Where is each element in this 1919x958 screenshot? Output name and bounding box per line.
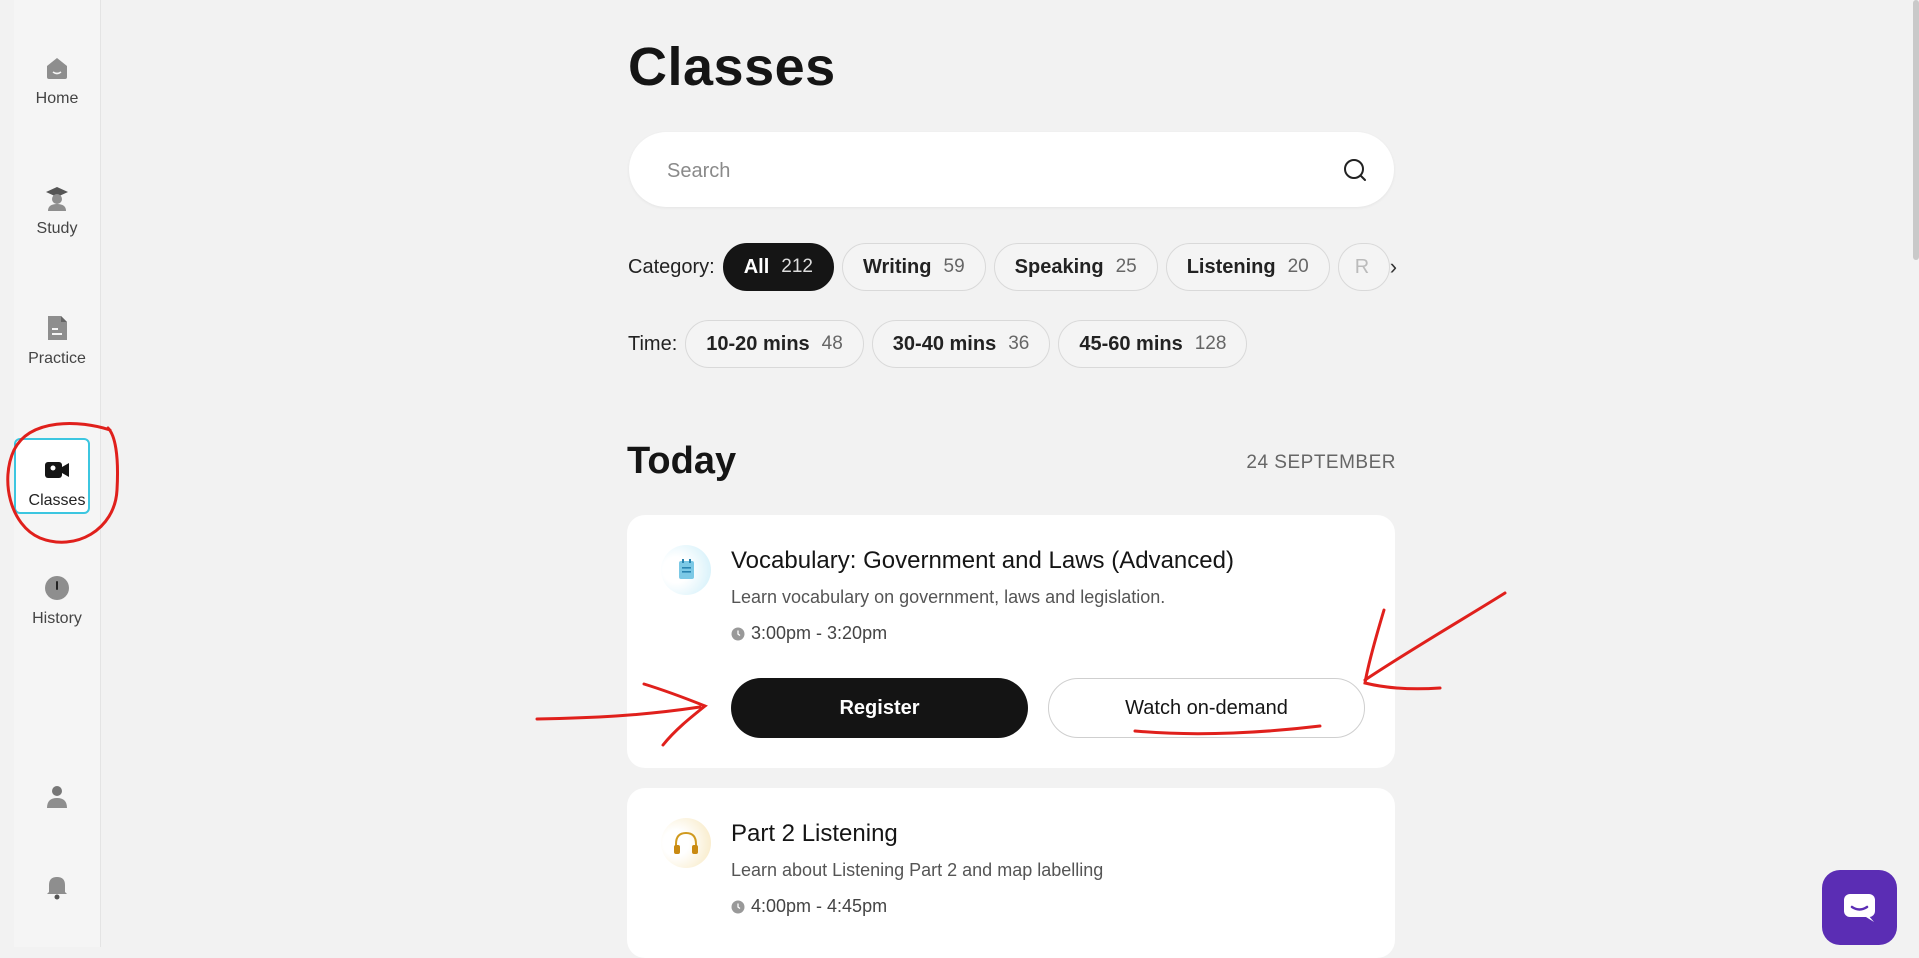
class-title[interactable]: Vocabulary: Government and Laws (Advance…: [731, 547, 1234, 575]
time-filter: Time: 10-20 mins 48 30-40 mins 36 45-60 …: [628, 319, 1255, 369]
chip-count: 59: [943, 256, 965, 277]
class-description: Learn about Listening Part 2 and map lab…: [731, 860, 1104, 880]
search-icon[interactable]: [1342, 157, 1368, 183]
category-chip-all[interactable]: All 212: [722, 243, 834, 291]
category-chip-writing[interactable]: Writing 59: [841, 243, 986, 291]
sidebar-item-classes[interactable]: Classes: [14, 438, 100, 514]
chat-icon: [1844, 894, 1875, 922]
home-icon: [47, 58, 67, 79]
video-camera-icon: [45, 462, 69, 478]
class-description: Learn vocabulary on government, laws and…: [731, 587, 1166, 607]
class-thumbnail: [661, 818, 711, 868]
time-chip-30-40[interactable]: 30-40 mins 36: [871, 320, 1051, 368]
sidebar-item-history[interactable]: History: [14, 574, 100, 628]
headphones-icon: [674, 831, 698, 854]
sidebar-item-label: Study: [36, 220, 78, 237]
scrollbar-thumb[interactable]: [1913, 0, 1919, 260]
register-button[interactable]: Register: [731, 678, 1028, 738]
chip-count: 36: [1008, 333, 1030, 354]
chip-label: 45-60 mins: [1079, 332, 1183, 355]
category-filter: Category: All 212 Writing 59 Speaking 25…: [628, 242, 1397, 292]
bell-icon[interactable]: [43, 872, 71, 900]
chip-label: Writing: [862, 255, 932, 278]
time-label: Time:: [628, 332, 678, 355]
section-date: 24 SEPTEMBER: [1246, 452, 1396, 473]
sidebar-item-home[interactable]: Home: [14, 54, 100, 108]
chip-count: 20: [1287, 256, 1309, 277]
sidebar-item-label: Practice: [28, 350, 86, 367]
document-icon: [48, 316, 67, 340]
chip-label: Listening: [1186, 255, 1276, 278]
clock-icon: [731, 627, 745, 640]
notepad-icon: [679, 559, 694, 579]
class-time-text: 4:00pm - 4:45pm: [751, 896, 888, 916]
class-card: Vocabulary: Government and Laws (Advance…: [627, 515, 1395, 768]
sidebar-item-label: Home: [35, 90, 79, 107]
watch-on-demand-button[interactable]: Watch on-demand: [1048, 678, 1365, 738]
clock-icon: [731, 900, 745, 913]
class-time: 3:00pm - 3:20pm: [731, 623, 887, 644]
category-label: Category:: [628, 255, 715, 278]
class-time-text: 3:00pm - 3:20pm: [751, 623, 888, 643]
page-title: Classes: [628, 37, 836, 97]
chip-label: R: [1354, 255, 1370, 278]
time-chip-45-60[interactable]: 45-60 mins 128: [1058, 320, 1248, 368]
sidebar-item-practice[interactable]: Practice: [14, 314, 100, 368]
category-chip-listening[interactable]: Listening 20: [1165, 243, 1330, 291]
category-chip-speaking[interactable]: Speaking 25: [993, 243, 1158, 291]
class-title[interactable]: Part 2 Listening: [731, 820, 898, 848]
sidebar-item-study[interactable]: Study: [14, 184, 100, 238]
chat-button[interactable]: [1822, 870, 1897, 945]
section-title: Today: [627, 440, 737, 482]
sidebar: Home Study Practice Classes History: [14, 0, 101, 947]
search-bar: [629, 132, 1394, 207]
graduation-cap-icon: [46, 187, 68, 211]
class-time: 4:00pm - 4:45pm: [731, 896, 887, 917]
chip-count: 128: [1194, 333, 1227, 354]
clock-icon: [45, 576, 69, 600]
chip-count: 48: [821, 333, 843, 354]
chip-count: 25: [1115, 256, 1137, 277]
sidebar-item-label: History: [32, 610, 82, 627]
user-icon[interactable]: [43, 782, 71, 810]
class-card: Part 2 Listening Learn about Listening P…: [627, 788, 1395, 958]
chevron-right-icon[interactable]: ›: [1390, 254, 1397, 280]
sidebar-item-label: Classes: [28, 492, 86, 509]
chip-count: 212: [781, 256, 813, 277]
chip-label: Speaking: [1014, 255, 1104, 278]
chip-label: 30-40 mins: [892, 332, 997, 355]
chip-label: 10-20 mins: [706, 332, 810, 355]
search-input[interactable]: [665, 152, 1309, 190]
chip-label: All: [743, 255, 770, 278]
class-thumbnail: [661, 545, 711, 595]
category-chip-reading[interactable]: R: [1337, 243, 1390, 291]
time-chip-10-20[interactable]: 10-20 mins 48: [685, 320, 864, 368]
